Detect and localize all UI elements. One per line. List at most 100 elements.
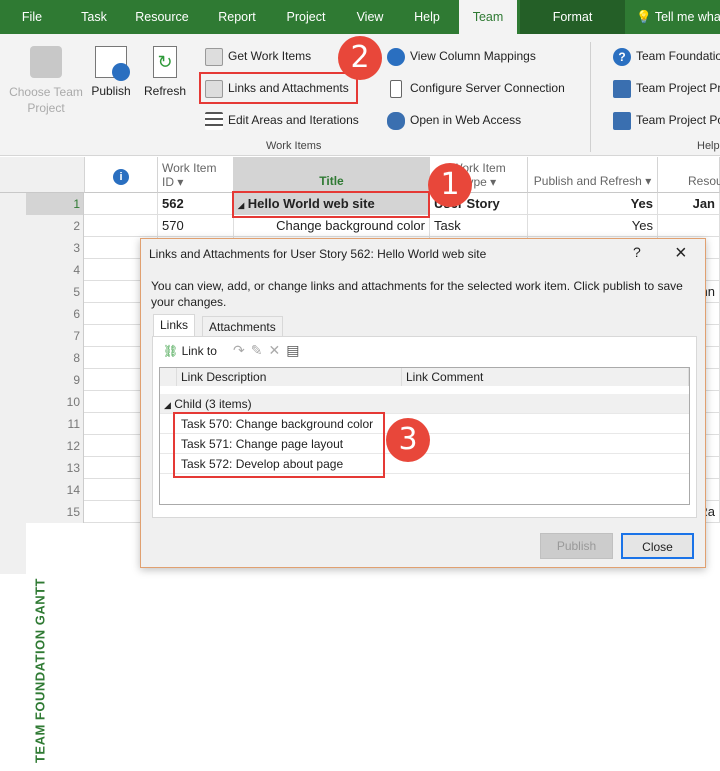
header-label: Resou xyxy=(688,174,720,188)
team-foundation-label: Team Foundation xyxy=(636,49,720,63)
type-cell[interactable]: Task xyxy=(430,215,528,237)
tab-file[interactable]: File xyxy=(10,0,54,34)
open-web-access-label: Open in Web Access xyxy=(410,113,522,127)
tab-team[interactable]: Team xyxy=(459,0,517,34)
row-number[interactable]: 3 xyxy=(26,237,84,259)
tab-project[interactable]: Project xyxy=(280,0,332,34)
edit-areas-button[interactable]: Edit Areas and Iterations xyxy=(205,109,359,131)
settings-icon[interactable]: ▤ xyxy=(286,342,305,358)
gantt-side-bar: TEAM FOUNDATION GANTT xyxy=(0,193,48,763)
close-button[interactable]: Close xyxy=(621,533,694,559)
header-title[interactable]: Title xyxy=(234,157,430,193)
lightbulb-icon: 💡 xyxy=(636,10,652,24)
row-number[interactable]: 11 xyxy=(26,413,84,435)
open-web-access-button[interactable]: Open in Web Access xyxy=(387,109,521,131)
group-label: Child (3 items) xyxy=(174,397,252,411)
column-link-comment[interactable]: Link Comment xyxy=(402,368,689,386)
choose-team-project-button[interactable]: Choose Team Project xyxy=(8,46,84,116)
open-icon[interactable]: ↷ xyxy=(233,342,251,358)
row-number[interactable]: 9 xyxy=(26,369,84,391)
get-work-items-icon xyxy=(205,47,223,66)
row-number[interactable]: 15 xyxy=(26,501,84,523)
view-column-mappings-label: View Column Mappings xyxy=(410,49,536,63)
callout-3: 3 xyxy=(386,418,430,462)
tab-links[interactable]: Links xyxy=(153,314,196,337)
team-icon xyxy=(30,46,62,78)
publish-cell[interactable]: Yes xyxy=(528,215,658,237)
team-project-pr-button[interactable]: Team Project Pr xyxy=(613,77,720,99)
publish-icon xyxy=(95,46,130,81)
publish-cell[interactable]: Yes xyxy=(528,193,658,215)
header-resource[interactable]: Resou xyxy=(658,157,720,193)
edit-icon[interactable]: ✎ xyxy=(251,342,269,358)
close-icon[interactable]: × xyxy=(675,242,687,265)
resource-cell[interactable] xyxy=(658,215,720,237)
row-number[interactable]: 14 xyxy=(26,479,84,501)
row-number[interactable]: 6 xyxy=(26,303,84,325)
tab-report[interactable]: Report xyxy=(212,0,262,34)
row-number[interactable]: 12 xyxy=(26,435,84,457)
refresh-button[interactable]: ↻ Refresh xyxy=(140,46,190,98)
choose-team-project-label: Choose Team Project xyxy=(9,85,83,115)
view-column-mappings-button[interactable]: View Column Mappings xyxy=(387,45,536,67)
row-number[interactable]: 4 xyxy=(26,259,84,281)
gear-icon xyxy=(387,47,405,66)
tab-view[interactable]: View xyxy=(350,0,390,34)
info-cell[interactable] xyxy=(85,215,158,237)
select-all-corner[interactable] xyxy=(0,157,85,193)
id-cell[interactable]: 570 xyxy=(158,215,234,237)
server-icon xyxy=(390,79,402,98)
group-divider xyxy=(590,42,591,152)
header-label: Title xyxy=(319,174,344,188)
column-link-description[interactable]: Link Description xyxy=(177,368,402,386)
row-number[interactable]: 13 xyxy=(26,457,84,479)
tell-me-box[interactable]: 💡 Tell me what xyxy=(636,0,720,34)
header-label: Work Item ID xyxy=(162,161,217,189)
header-work-item-id[interactable]: Work Item ID ▾ xyxy=(158,157,234,193)
tab-attachments[interactable]: Attachments xyxy=(202,316,283,336)
callout-2: 2 xyxy=(338,36,382,80)
collapse-icon[interactable]: ◢ xyxy=(164,400,171,410)
tab-resource[interactable]: Resource xyxy=(132,0,192,34)
group-child[interactable]: ◢ Child (3 items) xyxy=(160,394,689,414)
tab-task[interactable]: Task xyxy=(72,0,116,34)
publish-label: Publish xyxy=(91,84,131,98)
tell-me-label: Tell me what xyxy=(654,10,720,24)
row-number[interactable]: 2 xyxy=(26,215,84,237)
dialog-title: Links and Attachments for User Story 562… xyxy=(149,247,487,261)
row-number[interactable]: 5 xyxy=(26,281,84,303)
link-to-button[interactable]: ⛓ Link to xyxy=(163,344,217,358)
info-cell[interactable] xyxy=(85,193,158,215)
team-project-po-button[interactable]: Team Project Po xyxy=(613,109,720,131)
header-publish-refresh[interactable]: Publish and Refresh ▾ xyxy=(528,157,658,193)
id-cell[interactable]: 562 xyxy=(158,193,234,215)
highlight-child-links xyxy=(173,412,385,478)
table-row[interactable]: 2 570 Change background color Task Yes xyxy=(0,215,720,237)
title-cell[interactable]: Change background color xyxy=(234,215,430,237)
help-button[interactable]: ? xyxy=(633,244,641,260)
team-project-pr-label: Team Project Pr xyxy=(636,81,720,95)
row-number[interactable]: 8 xyxy=(26,347,84,369)
link-to-label: Link to xyxy=(181,344,217,358)
team-foundation-help-button[interactable]: ? Team Foundation xyxy=(613,45,720,67)
get-work-items-label: Get Work Items xyxy=(228,49,312,63)
publish-button[interactable]: Publish xyxy=(88,46,134,98)
info-icon: i xyxy=(113,169,129,185)
delete-icon[interactable]: ✕ xyxy=(268,342,286,358)
get-work-items-button[interactable]: Get Work Items xyxy=(205,45,311,67)
resource-cell[interactable]: Jan xyxy=(658,193,720,215)
configure-server-label: Configure Server Connection xyxy=(410,81,565,95)
highlight-links-button xyxy=(199,72,358,104)
header-info[interactable]: i xyxy=(85,157,158,193)
tab-help[interactable]: Help xyxy=(406,0,448,34)
publish-button[interactable]: Publish xyxy=(540,533,613,559)
team-project-icon xyxy=(613,79,631,98)
row-number[interactable]: 1 xyxy=(26,193,84,215)
group-label-work-items: Work Items xyxy=(266,140,322,152)
links-attachments-dialog: Links and Attachments for User Story 562… xyxy=(140,238,706,568)
row-number[interactable]: 10 xyxy=(26,391,84,413)
row-number[interactable]: 7 xyxy=(26,325,84,347)
tab-format[interactable]: Format xyxy=(520,0,625,34)
dialog-description: You can view, add, or change links and a… xyxy=(151,279,683,309)
configure-server-button[interactable]: Configure Server Connection xyxy=(387,77,565,99)
